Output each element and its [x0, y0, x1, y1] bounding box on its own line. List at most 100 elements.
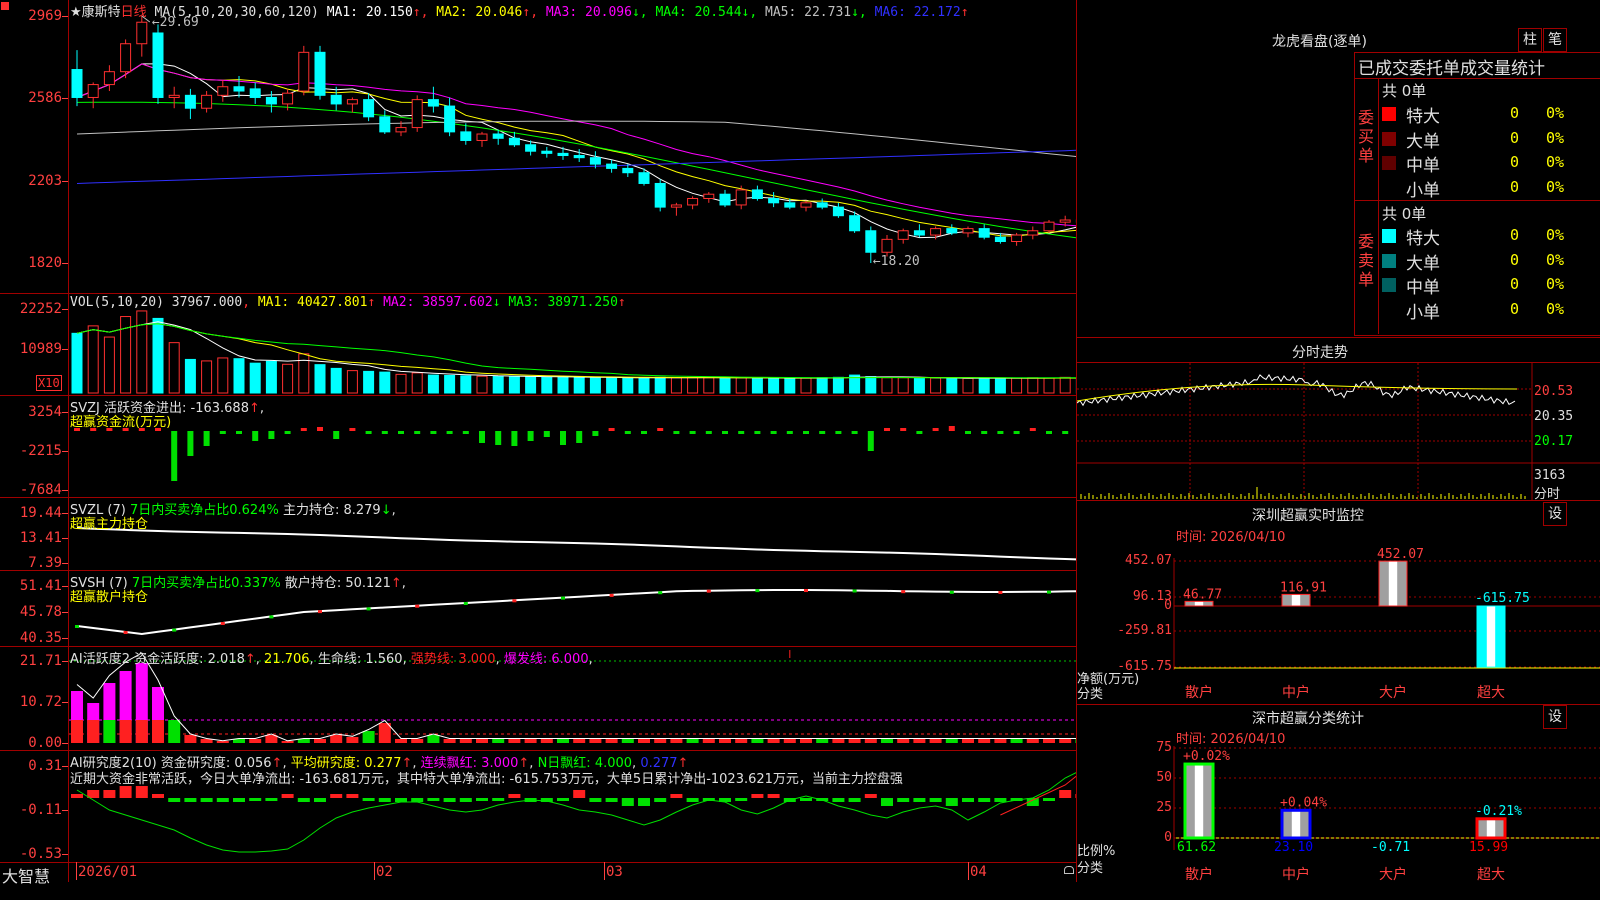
candle-body: [330, 94, 342, 105]
research-bar: [670, 794, 683, 798]
research-bar: [848, 798, 861, 802]
active-bar-low: [735, 739, 748, 743]
longhu-title: 龙虎看盘(逐单): [1272, 34, 1367, 50]
buy-row-count-3: 0: [1510, 153, 1520, 171]
sell-row-label-2: 大单: [1406, 253, 1440, 274]
volume-tickmark-1: [62, 309, 68, 310]
retail-holding-line: [76, 589, 1076, 636]
candle-body: [525, 144, 537, 152]
candle-body: [719, 193, 731, 206]
volume-unit: X10: [36, 375, 62, 391]
monitor-title: 深圳超赢实时监控: [1252, 508, 1364, 524]
active-bar-low: [330, 735, 343, 743]
active-bar-low: [492, 739, 505, 743]
active-bar-low: [103, 720, 116, 743]
fenshi-tick-1: 20.53: [1534, 384, 1574, 399]
candle-body: [136, 21, 148, 45]
active-bar-low: [524, 739, 537, 743]
candle-body: [217, 86, 229, 96]
monitor-bar-label-2: 116.91: [1280, 580, 1327, 595]
volume-bar: [573, 376, 585, 394]
flow-bar: [430, 431, 437, 434]
volume-bar: [1027, 377, 1039, 394]
retail-tick: [1047, 590, 1051, 594]
volume-bar: [1011, 377, 1023, 394]
sell-row-count-4: 0: [1510, 299, 1520, 318]
flow-bar: [754, 431, 761, 434]
x-axis-tick-4: [968, 862, 969, 880]
flow-bar: [446, 431, 453, 434]
volume-bar: [460, 375, 472, 394]
flow-bar: [365, 431, 372, 434]
volume-bar: [525, 376, 537, 394]
candle-body: [994, 236, 1006, 243]
svzl-subtitle: 超赢主力持仓: [70, 517, 149, 532]
main-chart[interactable]: ←29.69 ←18.20: [69, 0, 1076, 862]
active-bar-low: [945, 739, 958, 743]
volume-bar: [1059, 376, 1071, 394]
candle-body: [768, 198, 780, 204]
candle-body: [363, 99, 375, 118]
tick-view-button[interactable]: 笔: [1543, 28, 1567, 52]
research-bar: [443, 798, 456, 802]
active-bar-low: [832, 739, 845, 743]
volume-bar: [606, 377, 618, 394]
volume-bar: [508, 376, 520, 394]
active-bar-low: [605, 739, 618, 743]
sell-row-pct-3: 0%: [1546, 275, 1565, 293]
flow-bar: [381, 431, 388, 434]
classify-settings-button[interactable]: 设: [1543, 705, 1567, 729]
flow-bar: [932, 428, 939, 431]
candle-body: [87, 84, 99, 98]
candle-body: [654, 182, 666, 208]
svsh-tick-2: 45.78: [19, 604, 62, 620]
retail-tick: [998, 590, 1003, 594]
candle-body: [233, 86, 245, 92]
ai-active-tickmark-2: [62, 702, 68, 703]
active-bar-low: [702, 739, 715, 743]
research-bar: [216, 798, 229, 802]
x-axis-label-3: 03: [606, 864, 623, 880]
active-bar-low: [816, 739, 829, 743]
lock-icon[interactable]: [1064, 866, 1074, 874]
svsh-tickmark-2: [62, 612, 68, 613]
volume-bar: [217, 357, 229, 394]
classify-bar-4: [1475, 817, 1507, 840]
ma-line-4: [76, 101, 1076, 239]
buy-row-label-1: 特大: [1406, 107, 1440, 127]
classify-chart[interactable]: +0.02% +0.04% -0.21%: [1077, 740, 1600, 900]
active-bar-low: [621, 739, 634, 743]
research-bar: [962, 798, 974, 802]
flow-bar: [252, 431, 259, 441]
flow-bar: [835, 431, 842, 434]
flow-bar: [738, 431, 745, 434]
classify-x-label-2: 中户: [1282, 867, 1310, 883]
flow-bar: [543, 431, 550, 437]
active-bar-low: [848, 739, 861, 743]
research-bar: [314, 798, 326, 802]
candle-body: [492, 133, 504, 139]
flow-bar: [462, 431, 469, 434]
kline-tick-1: 2969: [28, 8, 62, 24]
flow-bar: [884, 428, 890, 431]
active-bar-low: [962, 739, 974, 743]
monitor-chart[interactable]: 46.77 116.91 452.07 -615.75: [1077, 540, 1600, 702]
volume-bar: [930, 377, 942, 394]
x-axis-label-4: 04: [970, 864, 987, 880]
flow-bar: [317, 427, 323, 431]
ai-research-tickmark-1: [62, 766, 68, 767]
volume-bar: [865, 376, 877, 394]
candle-body: [865, 230, 877, 253]
volume-bar: [444, 374, 456, 394]
flow-bar: [203, 431, 210, 446]
bar-view-button[interactable]: 柱: [1518, 28, 1542, 52]
monitor-x-label-2: 中户: [1282, 685, 1310, 701]
candle-body: [249, 88, 261, 98]
research-bar: [1059, 790, 1072, 798]
candle-body: [622, 167, 634, 174]
research-bar: [119, 786, 132, 798]
intraday-chart[interactable]: [1077, 363, 1600, 500]
monitor-settings-button[interactable]: 设: [1543, 502, 1567, 526]
candle-body: [265, 96, 277, 105]
active-bar-low: [897, 739, 910, 743]
